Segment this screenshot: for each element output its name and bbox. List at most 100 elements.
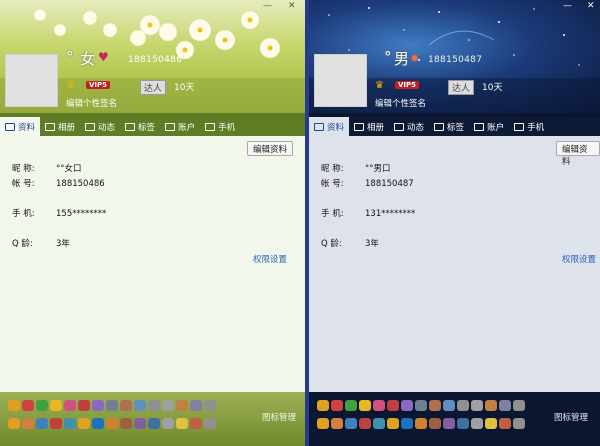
icon-row-top: [8, 400, 216, 411]
level-days: 10天: [482, 83, 503, 93]
smile-icon[interactable]: [78, 418, 90, 429]
music-icon[interactable]: [387, 400, 399, 411]
photo-app-icon[interactable]: [176, 400, 188, 411]
qq-icon[interactable]: [317, 400, 329, 411]
tab-album[interactable]: 相册: [349, 117, 389, 136]
signature-field[interactable]: 编辑个性签名: [375, 97, 426, 109]
heart-icon[interactable]: [64, 400, 76, 411]
minimize-button[interactable]: —: [263, 1, 272, 11]
tab-profile[interactable]: 资料: [0, 117, 41, 136]
close-button[interactable]: ✕: [288, 1, 296, 11]
close-button[interactable]: ✕: [587, 1, 595, 11]
vip-icon[interactable]: [22, 400, 34, 411]
tab-tags[interactable]: 标签: [429, 117, 469, 136]
gear-icon[interactable]: [120, 418, 132, 429]
book-icon[interactable]: [162, 418, 174, 429]
more-icon[interactable]: [513, 400, 525, 411]
pet-icon[interactable]: [92, 400, 104, 411]
avatar[interactable]: [5, 54, 58, 107]
car-icon[interactable]: [359, 418, 371, 429]
tab-album[interactable]: 相册: [40, 117, 80, 136]
app-icon[interactable]: [162, 400, 174, 411]
info-key: 帐 号:: [12, 179, 35, 189]
coin-icon[interactable]: [176, 418, 188, 429]
blog-icon[interactable]: [190, 400, 202, 411]
tab-account[interactable]: 账户: [160, 117, 200, 136]
user-icon: [314, 122, 324, 131]
disk-icon[interactable]: [457, 418, 469, 429]
tab-feed[interactable]: 动态: [389, 117, 429, 136]
fire-icon[interactable]: [106, 418, 118, 429]
music-icon[interactable]: [78, 400, 90, 411]
star-icon[interactable]: [50, 400, 62, 411]
tab-account[interactable]: 账户: [469, 117, 509, 136]
icon-manager-button[interactable]: 图标管理: [554, 411, 588, 423]
gift-icon[interactable]: [148, 400, 160, 411]
mail-icon[interactable]: [106, 400, 118, 411]
edit-profile-button[interactable]: 编辑资料: [556, 141, 600, 167]
mail-icon[interactable]: [415, 400, 427, 411]
vip-badge[interactable]: VIP5: [86, 81, 111, 89]
tab-feed[interactable]: 动态: [80, 117, 120, 136]
pen-icon[interactable]: [190, 418, 202, 429]
level-badge[interactable]: 达人: [448, 80, 475, 95]
lock-icon[interactable]: [443, 418, 455, 429]
icon-manager-button[interactable]: 图标管理: [262, 411, 296, 423]
feed-icon: [85, 122, 96, 131]
tab-label: 动态: [98, 122, 116, 133]
vip-badge-wrap: VIP5: [86, 80, 111, 90]
gift-icon[interactable]: [457, 400, 469, 411]
app-icon[interactable]: [471, 400, 483, 411]
tab-phone[interactable]: 手机: [200, 117, 240, 136]
ie-icon[interactable]: [401, 418, 413, 429]
book-icon[interactable]: [471, 418, 483, 429]
level-badge[interactable]: 达人: [140, 80, 167, 95]
pc-icon[interactable]: [373, 418, 385, 429]
vip-badge[interactable]: VIP5: [395, 81, 420, 89]
pen-icon[interactable]: [499, 418, 511, 429]
edit-profile-button[interactable]: 编辑资料: [247, 141, 294, 156]
permission-settings-link[interactable]: 权限设置: [253, 253, 287, 265]
tab-phone[interactable]: 手机: [509, 117, 549, 136]
tab-tags[interactable]: 标签: [120, 117, 160, 136]
minimize-button[interactable]: —: [563, 1, 572, 11]
food-icon[interactable]: [331, 418, 343, 429]
fire-icon[interactable]: [415, 418, 427, 429]
sun-icon[interactable]: [8, 418, 20, 429]
disk-icon[interactable]: [148, 418, 160, 429]
signature-field[interactable]: 编辑个性签名: [66, 97, 117, 109]
sun-icon[interactable]: [317, 418, 329, 429]
game-icon[interactable]: [36, 400, 48, 411]
food-icon[interactable]: [22, 418, 34, 429]
phone-icon: [514, 122, 525, 131]
coin-icon[interactable]: [485, 418, 497, 429]
ie-icon[interactable]: [92, 418, 104, 429]
cloud-icon[interactable]: [345, 418, 357, 429]
photo-app-icon[interactable]: [485, 400, 497, 411]
pet-icon[interactable]: [401, 400, 413, 411]
pc-icon[interactable]: [64, 418, 76, 429]
show-icon[interactable]: [120, 400, 132, 411]
zone-icon[interactable]: [134, 400, 146, 411]
gear-icon[interactable]: [429, 418, 441, 429]
heart-icon[interactable]: [373, 400, 385, 411]
info-row-nickname: 昵 称: °°男口: [321, 162, 391, 174]
avatar[interactable]: [314, 54, 367, 107]
permission-settings-link[interactable]: 权限设置: [562, 253, 596, 265]
game-icon[interactable]: [345, 400, 357, 411]
more2-icon[interactable]: [513, 418, 525, 429]
qq-icon[interactable]: [8, 400, 20, 411]
vip-icon[interactable]: [331, 400, 343, 411]
blog-icon[interactable]: [499, 400, 511, 411]
info-value: 188150486: [56, 179, 105, 189]
smile-icon[interactable]: [387, 418, 399, 429]
tab-profile[interactable]: 资料: [309, 117, 350, 136]
lock-icon[interactable]: [134, 418, 146, 429]
car-icon[interactable]: [50, 418, 62, 429]
show-icon[interactable]: [429, 400, 441, 411]
more-icon[interactable]: [204, 400, 216, 411]
cloud-icon[interactable]: [36, 418, 48, 429]
star-icon[interactable]: [359, 400, 371, 411]
zone-icon[interactable]: [443, 400, 455, 411]
more2-icon[interactable]: [204, 418, 216, 429]
